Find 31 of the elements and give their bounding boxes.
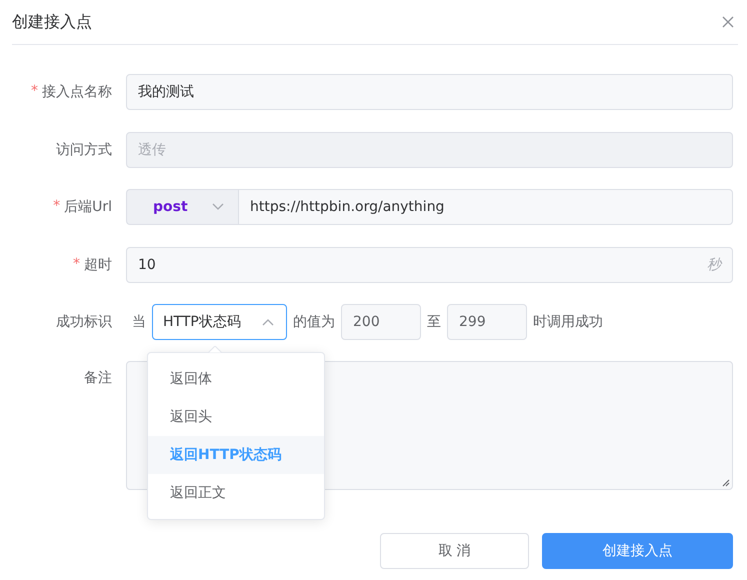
code-field[interactable]: 200 <box>341 304 421 340</box>
condition-text: 时调用成功 <box>533 313 603 331</box>
source-select[interactable]: HTTP状态码 <box>152 304 287 340</box>
chevron-up-icon <box>262 318 274 326</box>
menu-item[interactable]: 返回正文 <box>148 474 324 512</box>
method-select[interactable]: post <box>126 189 238 225</box>
field-label: 超时 <box>84 256 112 274</box>
field-label: 后端Url <box>64 198 112 216</box>
condition-text: 至 <box>427 313 441 331</box>
unit-label: 秒 <box>707 256 721 274</box>
required-mark: * <box>31 83 38 101</box>
timeout-field[interactable]: 10 秒 <box>126 246 733 282</box>
required-mark: * <box>53 198 60 216</box>
close-icon[interactable] <box>722 16 734 28</box>
field-label: 访问方式 <box>56 141 112 159</box>
condition-text: 当 <box>132 313 146 331</box>
text-field[interactable]: 我的测试 <box>126 74 733 110</box>
chevron-down-icon <box>212 203 224 211</box>
menu-item[interactable]: 返回头 <box>148 398 324 436</box>
condition-text: 的值为 <box>293 313 335 331</box>
code-field[interactable]: 299 <box>447 304 527 340</box>
dialog-title: 创建接入点 <box>12 12 92 32</box>
cancel-button[interactable]: 取 消 <box>380 533 529 569</box>
resize-handle-icon[interactable] <box>722 479 730 487</box>
url-field[interactable]: https://httpbin.org/anything <box>238 189 733 225</box>
required-mark: * <box>73 256 80 274</box>
menu-item[interactable]: 返回体 <box>148 360 324 398</box>
field-label: 成功标识 <box>56 313 112 331</box>
create-button[interactable]: 创建接入点 <box>542 533 733 569</box>
field-label: 备注 <box>84 369 112 387</box>
field-label: 接入点名称 <box>42 83 112 101</box>
